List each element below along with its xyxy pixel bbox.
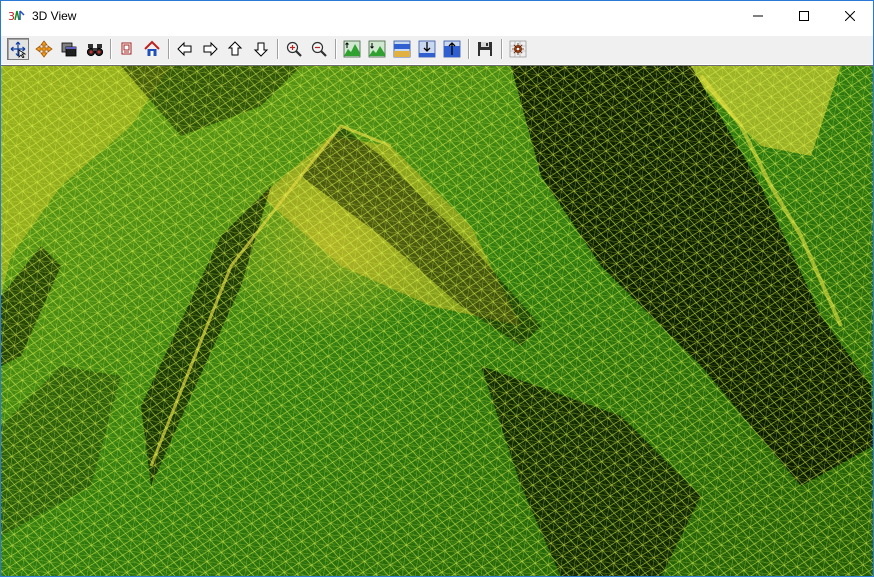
copy-button[interactable] xyxy=(116,38,138,60)
svg-text:3: 3 xyxy=(8,10,15,23)
toolbar-separator xyxy=(501,39,503,59)
3d-view-app-icon: 3 xyxy=(7,6,27,26)
minimize-icon xyxy=(753,15,763,17)
3d-viewport[interactable] xyxy=(1,65,873,576)
up-button[interactable] xyxy=(224,38,246,60)
maximize-button[interactable] xyxy=(781,1,827,31)
surface-button[interactable] xyxy=(391,38,413,60)
terrain-wireframe xyxy=(1,66,873,576)
toolbar xyxy=(1,35,873,64)
binoculars-button[interactable] xyxy=(84,38,106,60)
toolbar-separator xyxy=(277,39,279,59)
lower-button[interactable] xyxy=(416,38,438,60)
settings-button[interactable] xyxy=(507,38,529,60)
move-cross-icon xyxy=(35,40,53,58)
surface-layer-icon xyxy=(393,40,411,58)
minimize-button[interactable] xyxy=(735,1,781,31)
home-button[interactable] xyxy=(141,38,163,60)
zoom-in-icon xyxy=(286,41,302,57)
pan-tool-button[interactable] xyxy=(33,38,55,60)
arrow-down-to-base-icon xyxy=(418,40,436,58)
zoom-in-button[interactable] xyxy=(283,38,305,60)
binoculars-icon xyxy=(86,44,104,57)
down-button[interactable] xyxy=(250,38,272,60)
left-button[interactable] xyxy=(174,38,196,60)
title-bar[interactable]: 3 3D View xyxy=(1,1,873,31)
arrow-up-icon xyxy=(227,41,243,56)
arrow-down-icon xyxy=(253,42,269,57)
toolbar-separator xyxy=(335,39,337,59)
floppy-disk-icon xyxy=(478,42,492,56)
3d-view-window: 3 3D View xyxy=(0,0,874,577)
terrain-up-icon xyxy=(343,40,361,58)
close-button[interactable] xyxy=(827,1,873,31)
arrow-right-icon xyxy=(203,41,218,57)
rotate-cursor-icon xyxy=(10,41,27,58)
copy-icon xyxy=(121,42,132,55)
arrow-up-from-base-icon xyxy=(443,40,461,58)
close-icon xyxy=(845,11,855,21)
exaggeration-up-button[interactable] xyxy=(341,38,363,60)
exaggeration-down-button[interactable] xyxy=(366,38,388,60)
save-button[interactable] xyxy=(474,38,496,60)
window-button[interactable] xyxy=(58,38,80,60)
window-title: 3D View xyxy=(32,9,77,23)
rotate-tool-button[interactable] xyxy=(7,38,29,60)
maximize-icon xyxy=(799,11,809,21)
zoom-out-icon xyxy=(311,41,327,57)
terrain-down-icon xyxy=(368,40,386,58)
raise-button[interactable] xyxy=(441,38,463,60)
zoom-out-button[interactable] xyxy=(308,38,330,60)
right-button[interactable] xyxy=(199,38,221,60)
overlapping-windows-icon xyxy=(61,42,77,57)
home-icon xyxy=(144,40,160,56)
toolbar-separator xyxy=(168,39,170,59)
arrow-left-icon xyxy=(177,41,192,57)
settings-grid-icon xyxy=(509,40,527,58)
toolbar-separator xyxy=(468,39,470,59)
toolbar-separator xyxy=(110,39,112,59)
